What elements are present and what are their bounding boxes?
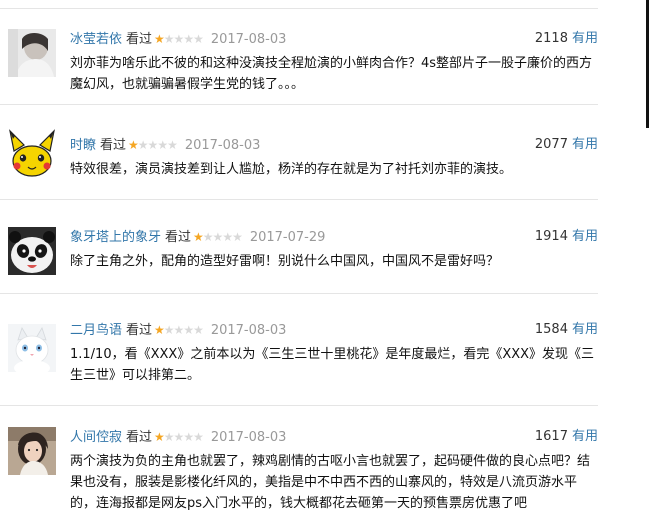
useful-button[interactable]: 有用 bbox=[572, 229, 598, 244]
comment-date: 2017-07-29 bbox=[249, 230, 326, 245]
comment-meta: 时瞭 看过 ★★★★★ 2017-08-03 bbox=[70, 136, 260, 154]
username-link[interactable]: 象牙塔上的象牙 bbox=[70, 230, 161, 245]
rating-stars: ★★★★★ bbox=[128, 138, 178, 152]
avatar[interactable] bbox=[8, 324, 56, 372]
useful-button[interactable]: 有用 bbox=[572, 31, 598, 46]
vote-count: 1584 bbox=[534, 322, 568, 337]
rating-stars: ★★★★★ bbox=[154, 430, 204, 444]
comment-text: 两个演技为负的主角也就罢了，辣鸡剧情的古呕小言也就罢了，起码硬件做的良心点吧？结… bbox=[70, 454, 591, 511]
useful-button[interactable]: 有用 bbox=[572, 322, 598, 337]
vote-count: 1914 bbox=[534, 229, 568, 244]
useful-button[interactable]: 有用 bbox=[572, 137, 598, 152]
avatar[interactable] bbox=[8, 427, 56, 475]
watched-status: 看过 bbox=[126, 430, 153, 445]
rating-stars: ★★★★★ bbox=[154, 32, 204, 46]
avatar[interactable] bbox=[8, 227, 56, 275]
comment-text: 除了主角之外，配角的造型好雷啊！别说什么中国风，中国风不是雷好吗？ bbox=[70, 254, 500, 269]
watched-status: 看过 bbox=[100, 138, 127, 153]
comment-meta: 冰莹若依 看过 ★★★★★ 2017-08-03 bbox=[70, 30, 286, 48]
comment-meta: 象牙塔上的象牙 看过 ★★★★★ 2017-07-29 bbox=[70, 228, 325, 246]
watched-status: 看过 bbox=[126, 323, 153, 338]
username-link[interactable]: 二月鸟语 bbox=[70, 323, 122, 338]
comment-text: 特效很差，演员演技差到让人尴尬，杨洋的存在就是为了衬托刘亦菲的演技。 bbox=[70, 162, 513, 177]
comment-item: 冰莹若依 看过 ★★★★★ 2017-08-03 2118 有用 刘亦菲为啥乐此不彼的和… bbox=[0, 9, 598, 105]
comment-text: 刘亦菲为啥乐此不彼的和这种没演技全程尬演的小鲜肉合作？4s整部片子一股子廉价的西… bbox=[70, 56, 593, 92]
comment-item: 象牙塔上的象牙 看过 ★★★★★ 2017-07-29 1914 有用 除了主角之外，配… bbox=[0, 200, 598, 294]
vote-area: 2077 有用 bbox=[535, 136, 598, 154]
comment-text: 1.1/10，看《XXX》之前本以为《三生三世十里桃花》是年度最烂，看完《XXX… bbox=[70, 347, 595, 383]
vote-area: 1617 有用 bbox=[535, 428, 598, 446]
vote-count: 1617 bbox=[534, 429, 568, 444]
comment-meta: 人间倥寂 看过 ★★★★★ 2017-08-03 bbox=[70, 428, 286, 446]
comment-date: 2017-08-03 bbox=[210, 32, 287, 47]
vote-area: 2118 有用 bbox=[535, 30, 598, 48]
vote-area: 1584 有用 bbox=[535, 321, 598, 339]
comment-item: 人间倥寂 看过 ★★★★★ 2017-08-03 1617 有用 两个演技为负的主角也就… bbox=[0, 406, 598, 526]
watched-status: 看过 bbox=[165, 230, 192, 245]
comment-meta: 二月鸟语 看过 ★★★★★ 2017-08-03 bbox=[70, 321, 286, 339]
comment-item: 时瞭 看过 ★★★★★ 2017-08-03 2077 有用 特效很差，演员演技差到让人… bbox=[0, 105, 598, 200]
avatar[interactable] bbox=[8, 129, 56, 177]
watched-status: 看过 bbox=[126, 32, 153, 47]
username-link[interactable]: 人间倥寂 bbox=[70, 430, 122, 445]
avatar[interactable] bbox=[8, 29, 56, 77]
vote-area: 1914 有用 bbox=[535, 228, 598, 246]
username-link[interactable]: 冰莹若依 bbox=[70, 32, 122, 47]
comment-date: 2017-08-03 bbox=[210, 430, 287, 445]
useful-button[interactable]: 有用 bbox=[572, 429, 598, 444]
comment-date: 2017-08-03 bbox=[184, 138, 261, 153]
username-link[interactable]: 时瞭 bbox=[70, 138, 96, 153]
vote-count: 2118 bbox=[534, 31, 568, 46]
comment-item: 二月鸟语 看过 ★★★★★ 2017-08-03 1584 有用 1.1/10，看《XX… bbox=[0, 294, 598, 406]
comment-date: 2017-08-03 bbox=[210, 323, 287, 338]
rating-stars: ★★★★★ bbox=[193, 230, 243, 244]
rating-stars: ★★★★★ bbox=[154, 323, 204, 337]
vote-count: 2077 bbox=[534, 137, 568, 152]
